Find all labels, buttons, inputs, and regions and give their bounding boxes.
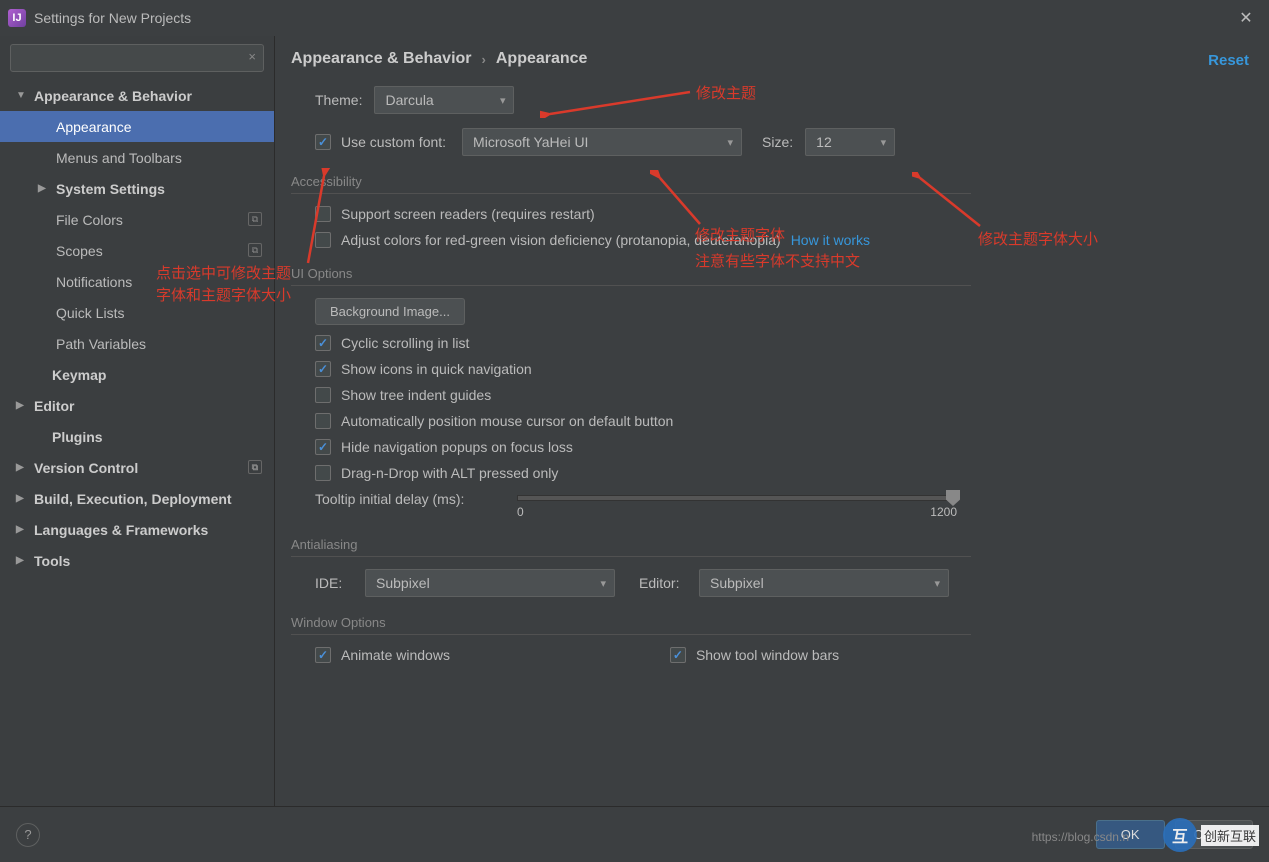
sidebar-item-file-colors[interactable]: File Colors⧉ (0, 204, 274, 235)
show-tool-window-bars-label: Show tool window bars (696, 647, 839, 663)
screen-readers-checkbox[interactable] (315, 206, 331, 222)
ui-option-row: Hide navigation popups on focus loss (315, 439, 1249, 455)
reset-link[interactable]: Reset (1208, 52, 1249, 69)
ui-option-row: Automatically position mouse cursor on d… (315, 413, 1249, 429)
show-tool-window-bars-checkbox[interactable] (670, 647, 686, 663)
sidebar-item-menus-and-toolbars[interactable]: Menus and Toolbars (0, 142, 274, 173)
sidebar-item-editor[interactable]: ▶Editor (0, 390, 274, 421)
search-input[interactable] (10, 44, 264, 72)
close-icon[interactable]: ✕ (1231, 8, 1261, 28)
sidebar-item-appearance-behavior[interactable]: ▼Appearance & Behavior (0, 80, 274, 111)
theme-dropdown[interactable]: Darcula (374, 86, 514, 114)
option-label: Show tree indent guides (341, 387, 491, 403)
font-dropdown[interactable]: Microsoft YaHei UI (462, 128, 742, 156)
slider-thumb[interactable] (946, 490, 960, 506)
settings-tree: ▼Appearance & BehaviorAppearanceMenus an… (0, 80, 274, 806)
size-dropdown[interactable]: 12 (805, 128, 895, 156)
checkbox[interactable] (315, 335, 331, 351)
watermark-logo: 互 创新互联 (1163, 818, 1259, 852)
sidebar-item-build-execution-deployment[interactable]: ▶Build, Execution, Deployment (0, 483, 274, 514)
tooltip-delay-label: Tooltip initial delay (ms): (315, 491, 505, 507)
app-icon: IJ (8, 9, 26, 27)
sidebar-item-keymap[interactable]: Keymap (0, 359, 274, 390)
sidebar-item-version-control[interactable]: ▶Version Control⧉ (0, 452, 274, 483)
checkbox[interactable] (315, 413, 331, 429)
window-options-section: Window Options (291, 615, 971, 635)
theme-label: Theme: (315, 92, 362, 108)
content-panel: Appearance & Behavior › Appearance Reset… (275, 36, 1269, 806)
ui-options-section: UI Options (291, 266, 971, 286)
breadcrumb-current: Appearance (496, 50, 588, 68)
watermark-url: https://blog.csdn.n (1032, 830, 1129, 844)
sidebar-item-plugins[interactable]: Plugins (0, 421, 274, 452)
ui-option-row: Drag-n-Drop with ALT pressed only (315, 465, 1249, 481)
chevron-right-icon: › (482, 52, 486, 67)
animate-windows-label: Animate windows (341, 647, 450, 663)
sidebar-item-notifications[interactable]: Notifications (0, 266, 274, 297)
window-title: Settings for New Projects (34, 10, 1231, 26)
option-label: Cyclic scrolling in list (341, 335, 469, 351)
custom-font-checkbox[interactable] (315, 134, 331, 150)
sidebar-item-path-variables[interactable]: Path Variables (0, 328, 274, 359)
antialiasing-section: Antialiasing (291, 537, 971, 557)
ide-aa-dropdown[interactable]: Subpixel (365, 569, 615, 597)
breadcrumb: Appearance & Behavior › Appearance (291, 50, 1249, 68)
editor-aa-label: Editor: (639, 575, 687, 591)
ui-option-row: Show tree indent guides (315, 387, 1249, 403)
sidebar-item-tools[interactable]: ▶Tools (0, 545, 274, 576)
ui-option-row: Cyclic scrolling in list (315, 335, 1249, 351)
screen-readers-label: Support screen readers (requires restart… (341, 206, 595, 222)
checkbox[interactable] (315, 465, 331, 481)
ui-option-row: Show icons in quick navigation (315, 361, 1249, 377)
background-image-button[interactable]: Background Image... (315, 298, 465, 325)
sidebar-item-languages-frameworks[interactable]: ▶Languages & Frameworks (0, 514, 274, 545)
custom-font-label: Use custom font: (341, 134, 446, 150)
breadcrumb-root[interactable]: Appearance & Behavior (291, 50, 472, 68)
sidebar: 🔍 × ▼Appearance & BehaviorAppearanceMenu… (0, 36, 275, 806)
option-label: Hide navigation popups on focus loss (341, 439, 573, 455)
tooltip-delay-slider[interactable] (517, 495, 957, 501)
sidebar-item-appearance[interactable]: Appearance (0, 111, 274, 142)
option-label: Show icons in quick navigation (341, 361, 532, 377)
option-label: Drag-n-Drop with ALT pressed only (341, 465, 558, 481)
checkbox[interactable] (315, 439, 331, 455)
help-button[interactable]: ? (16, 823, 40, 847)
adjust-colors-label: Adjust colors for red-green vision defic… (341, 232, 781, 248)
ide-aa-label: IDE: (315, 575, 353, 591)
sidebar-item-system-settings[interactable]: ▶System Settings (0, 173, 274, 204)
checkbox[interactable] (315, 361, 331, 377)
clear-icon[interactable]: × (248, 49, 256, 64)
adjust-colors-checkbox[interactable] (315, 232, 331, 248)
slider-max: 1200 (930, 505, 957, 519)
accessibility-section: Accessibility (291, 174, 971, 194)
sidebar-item-scopes[interactable]: Scopes⧉ (0, 235, 274, 266)
size-label: Size: (762, 134, 793, 150)
option-label: Automatically position mouse cursor on d… (341, 413, 673, 429)
titlebar: IJ Settings for New Projects ✕ (0, 0, 1269, 36)
checkbox[interactable] (315, 387, 331, 403)
sidebar-item-quick-lists[interactable]: Quick Lists (0, 297, 274, 328)
slider-min: 0 (517, 505, 524, 519)
editor-aa-dropdown[interactable]: Subpixel (699, 569, 949, 597)
how-it-works-link[interactable]: How it works (791, 232, 870, 248)
animate-windows-checkbox[interactable] (315, 647, 331, 663)
